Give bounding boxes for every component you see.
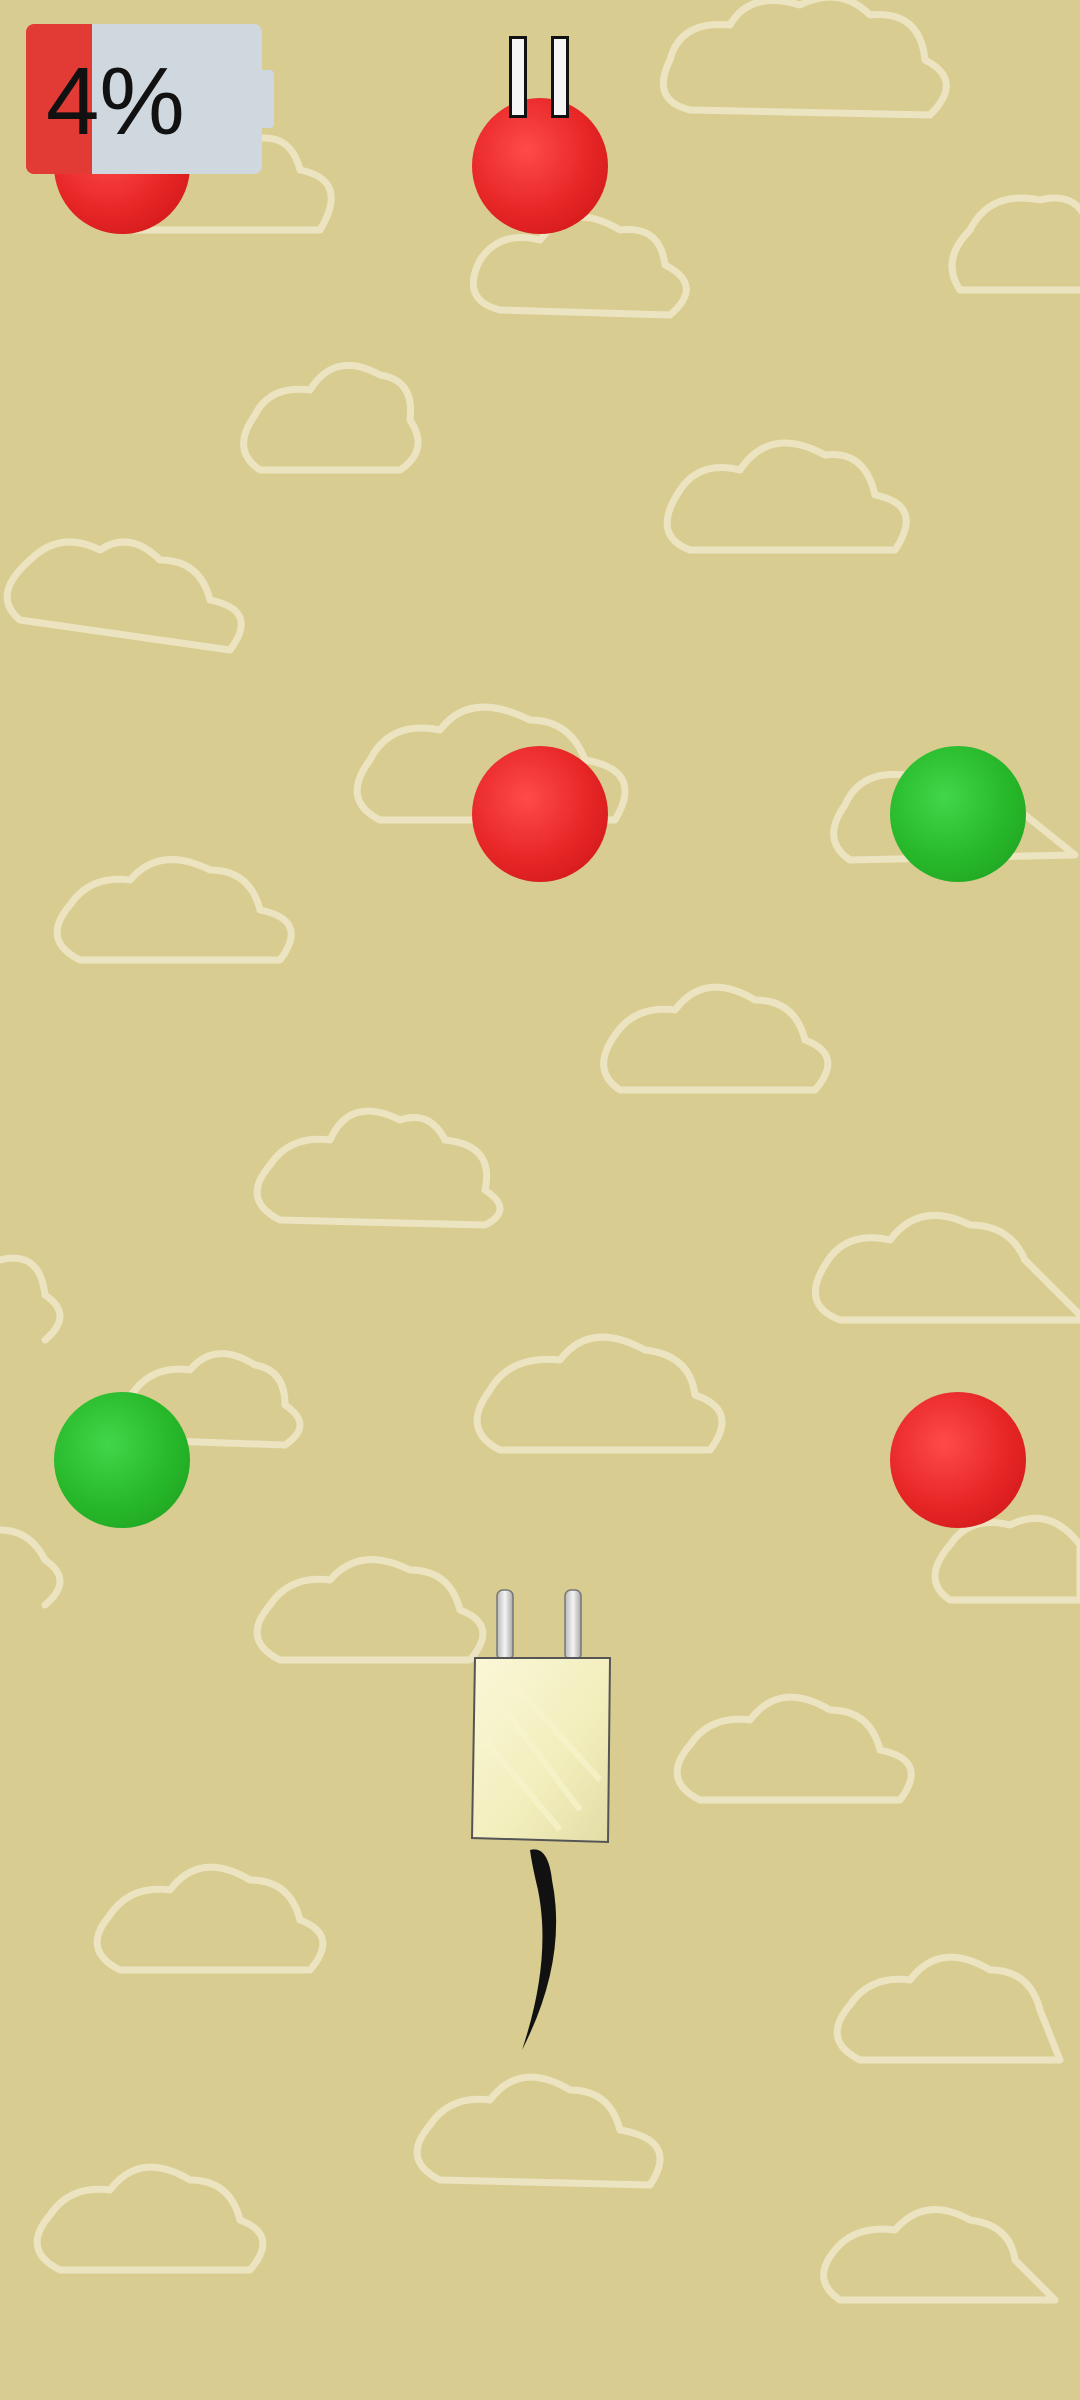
red-dot: [472, 746, 608, 882]
pause-button[interactable]: [505, 36, 575, 118]
battery-tip: [262, 70, 274, 128]
battery-percent: 4%: [46, 48, 185, 155]
green-dot: [890, 746, 1026, 882]
green-dot: [54, 1392, 190, 1528]
battery-meter: 4%: [26, 24, 274, 174]
power-plug-icon[interactable]: [460, 1580, 620, 2060]
red-dot: [472, 98, 608, 234]
red-dot: [890, 1392, 1026, 1528]
